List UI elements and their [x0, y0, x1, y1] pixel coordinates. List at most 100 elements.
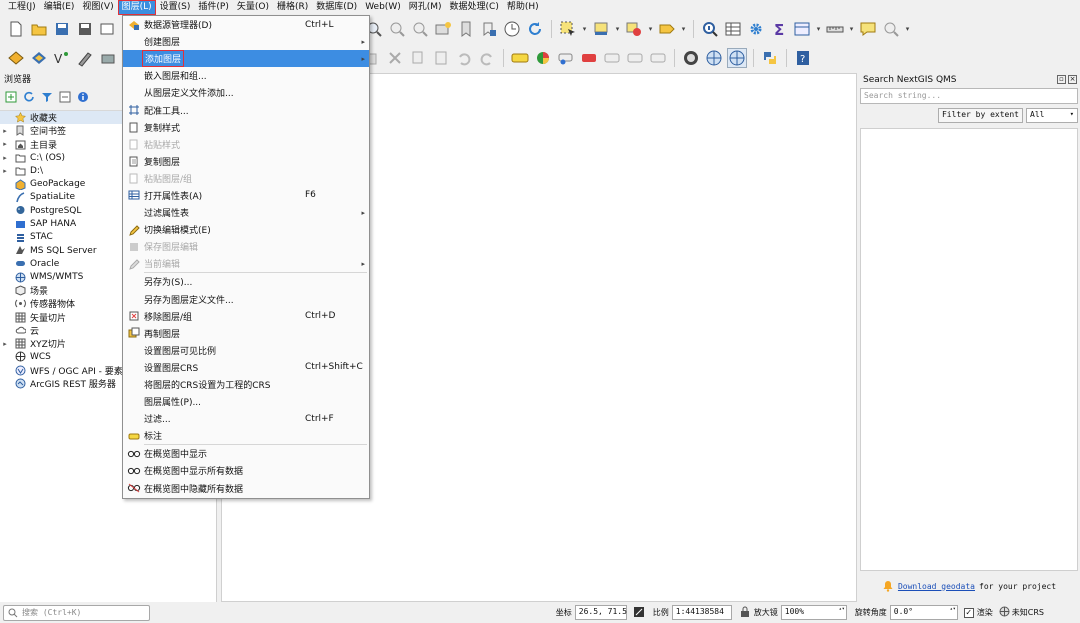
rotate-label-icon[interactable] [625, 48, 645, 68]
zoom-next-icon[interactable] [410, 19, 430, 39]
float-panel-icon[interactable]: ▫ [1057, 75, 1066, 84]
statistics-sigma-icon[interactable]: Σ [769, 19, 789, 39]
help-icon[interactable]: ? [793, 48, 813, 68]
collapse-all-icon[interactable] [58, 90, 72, 104]
new-project-icon[interactable] [6, 19, 26, 39]
expand-arrow-icon[interactable]: ▸ [0, 167, 10, 175]
menu-11[interactable]: 数据处理(C) [446, 0, 503, 15]
menu-5[interactable]: 插件(P) [194, 0, 232, 15]
menu-3[interactable]: 图层(L) [117, 0, 156, 15]
map-tips-icon[interactable] [858, 19, 878, 39]
layer-menu-item[interactable]: 另存为图层定义文件... [123, 291, 369, 308]
filter-select[interactable]: All [1026, 108, 1078, 123]
label-abc-icon[interactable] [510, 48, 530, 68]
crs-globe-icon[interactable] [999, 606, 1010, 619]
close-icon[interactable]: × [1068, 75, 1077, 84]
vector-tool-icon[interactable]: V [52, 48, 72, 68]
expand-arrow-icon[interactable]: ▸ [0, 340, 10, 348]
layer-menu-item[interactable]: 在概览图中隐藏所有数据 [123, 480, 369, 497]
coordinate-toggle-icon[interactable] [633, 606, 645, 620]
coordinate-field[interactable]: 26.5, 71.5 [574, 605, 627, 620]
scale-field[interactable]: 1:44138584 [671, 605, 732, 620]
python-console-icon[interactable] [760, 48, 780, 68]
layer-menu-item[interactable]: 移除图层/组 Ctrl+D [123, 308, 369, 325]
cut-features-icon[interactable] [385, 48, 405, 68]
refresh-icon[interactable] [525, 19, 545, 39]
qms-search-globe-icon[interactable] [727, 48, 747, 68]
magnifier-field[interactable]: 100% [780, 605, 847, 620]
select-by-value-icon[interactable] [591, 19, 611, 39]
expand-arrow-icon[interactable]: ▸ [0, 140, 10, 148]
layer-menu-item[interactable]: 从图层定义文件添加... [123, 84, 369, 101]
layer-menu-item[interactable]: 设置图层可见比例 [123, 342, 369, 359]
layer-menu-item[interactable]: 复制样式 [123, 119, 369, 136]
layer-menu-item[interactable]: 打开属性表(A) F6 [123, 187, 369, 204]
layer-menu-item[interactable]: 设置图层CRS Ctrl+Shift+C [123, 359, 369, 376]
open-project-icon[interactable] [29, 19, 49, 39]
layer-menu-item[interactable]: 创建图层 ▸ [123, 33, 369, 50]
locator-search-input[interactable]: 搜索 (Ctrl+K) [3, 604, 150, 621]
layer-menu-item[interactable]: 过滤属性表 ▸ [123, 204, 369, 221]
paste-features-icon[interactable] [431, 48, 451, 68]
layer-menu-item[interactable]: 嵌入图层和组... [123, 67, 369, 84]
layer-menu-item[interactable]: 复制图层 [123, 153, 369, 170]
info-icon[interactable] [76, 90, 90, 104]
expand-arrow-icon[interactable]: ▸ [0, 127, 10, 135]
layer-menu-item[interactable]: 另存为(S)... [123, 273, 369, 290]
layer-menu-item[interactable]: 数据源管理器(D) Ctrl+L [123, 16, 369, 33]
menu-7[interactable]: 栅格(R) [273, 0, 312, 15]
style-manager-icon[interactable] [6, 48, 26, 68]
qms-results-list[interactable] [860, 128, 1078, 571]
measure-table-icon[interactable] [792, 19, 812, 39]
crs-label[interactable]: 未知CRS [1012, 607, 1044, 618]
zoom-last-icon[interactable] [387, 19, 407, 39]
menu-6[interactable]: 矢量(O) [233, 0, 273, 15]
save-as-icon[interactable] [75, 19, 95, 39]
dropdown-arrow[interactable]: ▾ [581, 19, 588, 39]
layer-menu-item[interactable]: 配准工具... [123, 101, 369, 118]
new-map-view-icon[interactable] [433, 19, 453, 39]
dropdown-arrow[interactable]: ▾ [614, 19, 621, 39]
gear-icon[interactable] [746, 19, 766, 39]
layer-menu-item[interactable]: 添加图层 ▸ [123, 50, 369, 68]
attribute-table-icon[interactable] [723, 19, 743, 39]
show-bookmarks-icon[interactable] [479, 19, 499, 39]
layer-menu-item[interactable]: 图层属性(P)... [123, 393, 369, 410]
layer-menu-item[interactable]: 切换编辑模式(E) [123, 221, 369, 238]
layer-group-icon[interactable] [29, 48, 49, 68]
identify-icon[interactable] [700, 19, 720, 39]
print-layout-icon[interactable] [98, 19, 118, 39]
qms-globe-icon[interactable] [704, 48, 724, 68]
redo-icon[interactable] [477, 48, 497, 68]
menu-0[interactable]: 工程(J) [4, 0, 40, 15]
layer-menu-item[interactable]: 再制图层 [123, 325, 369, 342]
layer-menu-item[interactable]: 将图层的CRS设置为工程的CRS [123, 376, 369, 393]
render-checkbox[interactable]: ✓ [963, 607, 974, 618]
qms-search-input[interactable]: Search string... [860, 88, 1078, 104]
lock-icon[interactable] [740, 606, 750, 619]
deselect-features-icon[interactable] [624, 19, 644, 39]
pin-label-icon[interactable] [556, 48, 576, 68]
undo-icon[interactable] [454, 48, 474, 68]
car-route-icon[interactable] [681, 48, 701, 68]
copy-features-icon[interactable] [408, 48, 428, 68]
digitize-pen-icon[interactable] [75, 48, 95, 68]
expand-arrow-icon[interactable]: ▸ [0, 154, 10, 162]
zoom-search-icon[interactable] [881, 19, 901, 39]
change-label-icon[interactable] [648, 48, 668, 68]
layer-menu-item[interactable]: 在概览图中显示 [123, 445, 369, 462]
menu-8[interactable]: 数据库(D) [312, 0, 361, 15]
menu-1[interactable]: 编辑(E) [40, 0, 79, 15]
measure-line-icon[interactable] [825, 19, 845, 39]
menu-4[interactable]: 设置(S) [156, 0, 195, 15]
filter-icon[interactable] [40, 90, 54, 104]
layer-menu-item[interactable]: 过滤... Ctrl+F [123, 410, 369, 427]
move-label-icon[interactable] [602, 48, 622, 68]
menu-9[interactable]: Web(W) [361, 0, 405, 15]
tag-label-icon[interactable] [657, 19, 677, 39]
dropdown-arrow[interactable]: ▾ [647, 19, 654, 39]
plugin-icon[interactable] [98, 48, 118, 68]
select-features-icon[interactable] [558, 19, 578, 39]
rotation-field[interactable]: 0.0° [889, 605, 958, 620]
refresh-icon[interactable] [22, 90, 36, 104]
